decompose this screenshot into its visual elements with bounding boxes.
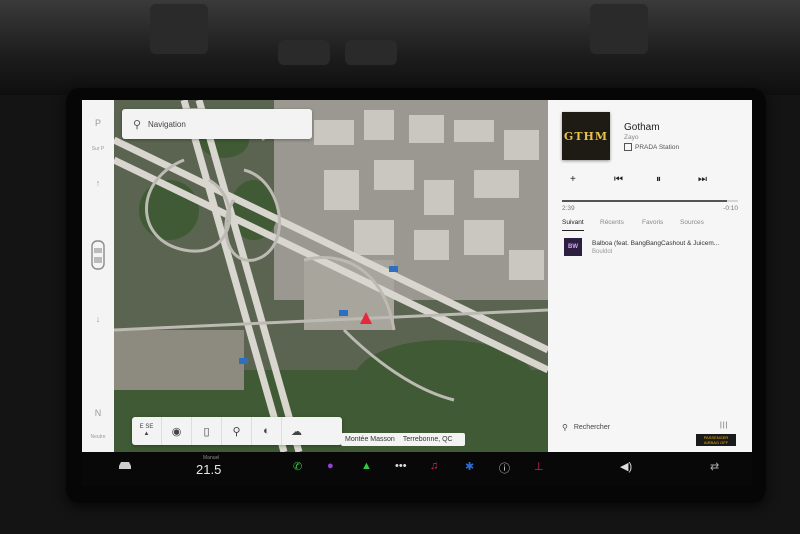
track-title: Gotham	[624, 122, 660, 133]
gear-neutral-hint: Neutre	[90, 434, 106, 440]
bluetooth-icon[interactable]: ✱	[465, 460, 474, 473]
cabin-temperature[interactable]: 21.5	[196, 462, 221, 477]
car-top-view-icon	[82, 240, 114, 272]
media-tabs: Suivant Récents Favoris Sources	[562, 219, 742, 231]
climate-mode-label: Manuel	[203, 455, 220, 461]
car-interior-top	[0, 0, 800, 95]
album-art-text: GTHM	[563, 129, 609, 143]
volume-icon[interactable]: ◀)	[620, 460, 632, 473]
add-favorite-icon[interactable]: +	[570, 174, 576, 185]
queue-art-text: BW	[568, 244, 578, 250]
pin-icon: ⚲	[232, 425, 241, 438]
car-icon[interactable]	[118, 460, 132, 473]
navigation-search-label: Navigation	[148, 119, 186, 129]
satellite-icon: ◐	[263, 425, 270, 437]
gear-neutral[interactable]: N	[82, 408, 114, 418]
gear-selector-rail[interactable]: P Sur P ↑ ↓ N Neutre	[82, 100, 115, 452]
active-tab-underline	[562, 230, 584, 231]
queue-item-art[interactable]: BW	[564, 238, 582, 256]
globe-icon: ◉	[171, 425, 182, 438]
phone-icon[interactable]: ✆	[293, 460, 302, 473]
vent-left	[150, 4, 208, 54]
touchscreen: P Sur P ↑ ↓ N Neutre ⚲ Navigation E SE ▲…	[82, 100, 752, 452]
vent-right	[590, 4, 648, 54]
traffic-icon: ▯	[203, 425, 210, 438]
airbag-line-2: AIRBAG OFF	[703, 440, 729, 445]
vehicle-position-arrow-icon	[360, 312, 372, 324]
gear-park[interactable]: P	[82, 118, 114, 128]
media-menu-icon[interactable]: |||	[720, 422, 728, 429]
map-imagery	[114, 100, 548, 452]
gear-park-hint: Sur P	[91, 146, 105, 152]
vent-mid-left	[278, 40, 330, 65]
search-icon: ⚲	[132, 118, 142, 131]
info-icon[interactable]: ⓘ	[499, 460, 510, 476]
tab-favoris[interactable]: Favoris	[642, 219, 663, 226]
energy-graph-icon[interactable]: ▲	[361, 460, 372, 472]
weather-icon: ☁	[291, 425, 302, 438]
navigation-search-bar[interactable]: ⚲ Navigation	[122, 109, 312, 139]
compass-icon: ▲	[143, 431, 150, 437]
radio-source-icon	[624, 143, 632, 151]
queue-item-title[interactable]: Balboa (feat. BangBangCashout & Juicem..…	[592, 240, 742, 247]
next-track-icon[interactable]: ⏭	[698, 174, 707, 185]
tab-sources[interactable]: Sources	[680, 219, 704, 226]
pause-icon[interactable]: ⏸	[656, 174, 661, 185]
traffic-button[interactable]: ▯	[192, 417, 222, 445]
address-street: Montée Masson	[345, 436, 395, 443]
gear-up-arrow-icon[interactable]: ↑	[82, 178, 114, 188]
playback-progress-fill	[562, 200, 728, 202]
track-source: PRADA Station	[624, 143, 679, 151]
queue-item-artist: Bouldot	[592, 249, 613, 255]
media-search-label: Rechercher	[573, 424, 611, 431]
passenger-airbag-indicator: PASSENGER AIRBAG OFF	[696, 434, 736, 446]
satellite-map[interactable]: ⚲ Navigation E SE ▲ ◉ ▯ ⚲ ◐ ☁ Montée Mas…	[114, 100, 548, 452]
search-icon: ⚲	[562, 423, 568, 432]
satellite-button[interactable]: ◐	[252, 417, 282, 445]
camera-icon[interactable]: ●	[327, 460, 334, 472]
globe-button[interactable]: ◉	[162, 417, 192, 445]
tab-recents[interactable]: Récents	[600, 219, 624, 226]
gear-down-arrow-icon[interactable]: ↓	[82, 314, 114, 324]
compass-button[interactable]: E SE ▲	[132, 417, 162, 445]
joystick-icon[interactable]: ⊥	[534, 460, 544, 473]
playback-progress-bar[interactable]	[562, 200, 738, 202]
current-address: Montée Masson Terrebonne, QC	[341, 433, 465, 446]
track-artist: Zayo	[624, 134, 639, 141]
previous-track-icon[interactable]: ⏮	[614, 174, 623, 185]
vent-mid-right	[345, 40, 397, 65]
track-source-label: PRADA Station	[635, 143, 680, 151]
pin-button[interactable]: ⚲	[222, 417, 252, 445]
weather-button[interactable]: ☁	[282, 417, 311, 445]
bottom-dock: Manuel 21.5 ✆ ● ▲ ••• ♫ ✱ ⓘ ⊥ ◀) ⇄	[82, 452, 752, 486]
media-player-panel: GTHM Gotham Zayo PRADA Station + ⏮ ⏸ ⏭ 2…	[548, 100, 752, 452]
music-icon[interactable]: ♫	[430, 460, 438, 472]
tab-suivant[interactable]: Suivant	[562, 219, 584, 226]
elapsed-time: 2:39	[562, 205, 575, 212]
playback-controls: + ⏮ ⏸ ⏭	[570, 174, 740, 190]
media-search-button[interactable]: ⚲ Rechercher	[562, 423, 610, 432]
map-toolbar: E SE ▲ ◉ ▯ ⚲ ◐ ☁	[132, 417, 342, 445]
remaining-time: -0:10	[723, 205, 738, 212]
address-city: Terrebonne, QC	[402, 436, 453, 443]
swap-icon[interactable]: ⇄	[710, 460, 719, 473]
album-art[interactable]: GTHM	[562, 112, 610, 160]
compass-heading: E SE	[139, 424, 154, 430]
more-apps-icon[interactable]: •••	[395, 460, 407, 472]
